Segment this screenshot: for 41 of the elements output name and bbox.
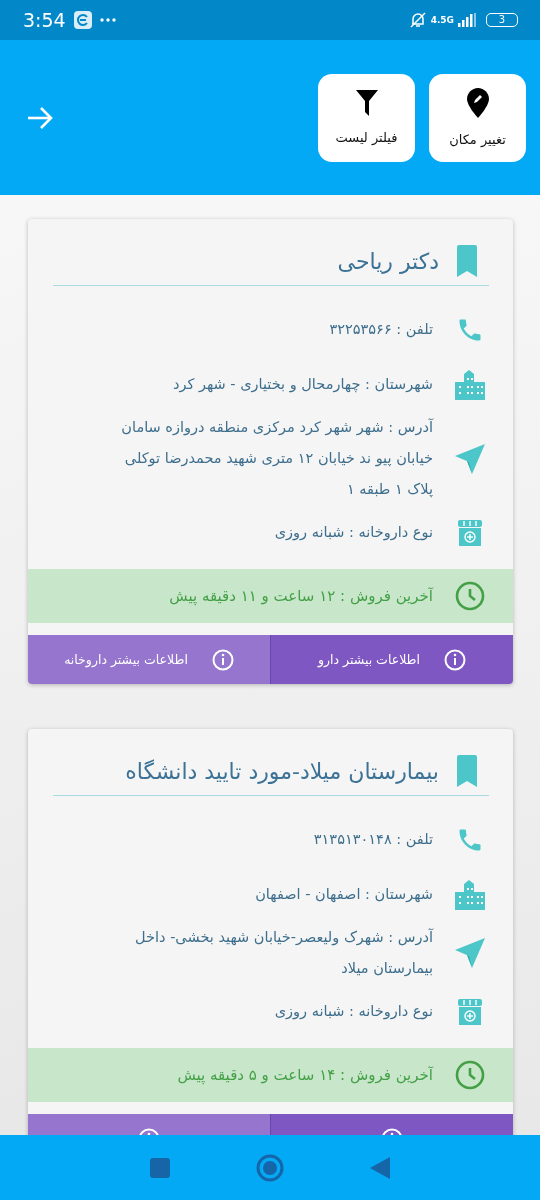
muted-bell-icon: [408, 11, 427, 29]
building-icon: [455, 879, 485, 910]
bookmark-icon: [457, 755, 477, 787]
navigation-arrow-icon: [455, 938, 485, 968]
home-icon[interactable]: [256, 1153, 284, 1182]
city-text: شهرستان : چهارمحال و بختیاری - شهر کرد: [172, 375, 433, 395]
last-sale-text: آخرین فروش : ۱۲ ساعت و ۱۱ دقیقه پیش: [169, 585, 433, 608]
info-icon: [211, 648, 234, 671]
clock-icon: [455, 581, 485, 611]
more-icon: [99, 18, 116, 22]
forward-arrow-icon[interactable]: [26, 105, 54, 130]
signal-icon: [458, 13, 476, 27]
change-location-button[interactable]: تغییر مکان: [429, 73, 526, 162]
location-pin-icon: [466, 88, 489, 118]
building-icon: [455, 369, 485, 400]
store-icon: [457, 998, 483, 1025]
phone-number: تلفن : ۳۲۲۵۳۵۶۶: [329, 320, 433, 340]
pharmacy-type: نوع داروخانه : شبانه روزی: [274, 523, 433, 543]
clock-time: 3:54: [23, 9, 66, 31]
info-icon: [444, 648, 467, 671]
recent-apps-icon[interactable]: [150, 1157, 170, 1178]
store-icon: [457, 519, 483, 546]
city-text: شهرستان : اصفهان - اصفهان: [255, 885, 433, 905]
more-info-button[interactable]: اطلاعات بیشتر دارو: [270, 635, 513, 684]
filter-list-button[interactable]: فیلتر لیست: [318, 73, 415, 162]
battery-indicator: 3: [486, 13, 518, 27]
clock-icon: [455, 1060, 485, 1090]
more-info-button[interactable]: اطلاعات بیشتر داروخانه: [28, 635, 270, 684]
last-sale-text: آخرین فروش : ۱۴ ساعت و ۵ دقیقه پیش: [177, 1064, 433, 1087]
phone-number: تلفن : ۳۱۳۵۱۳۰۱۴۸: [313, 830, 433, 850]
address-text: آدرس : شهر شهر کرد مرکزی منطقه دروازه سامان خیابان پیو ند خیابان ۱۲ متری شهید محمدرضا توکلی پلاک ۱ طبقه ۱: [120, 417, 433, 500]
place-title: بیمارستان میلاد-مورد تایید دانشگاه: [125, 758, 439, 784]
pharmacy-type: نوع داروخانه : شبانه روزی: [274, 1002, 433, 1022]
navigation-arrow-icon: [455, 443, 485, 474]
app-icon: [73, 11, 92, 29]
filter-icon: [355, 90, 378, 116]
place-title: دکتر ریاحی: [337, 248, 439, 274]
bookmark-icon: [457, 245, 477, 277]
back-icon[interactable]: [370, 1156, 390, 1179]
address-text: آدرس : شهرک ولیعصر-خیابان شهید بخشی- داخل بیمارستان میلاد: [134, 927, 433, 979]
network-type: 4.5G: [430, 15, 454, 25]
